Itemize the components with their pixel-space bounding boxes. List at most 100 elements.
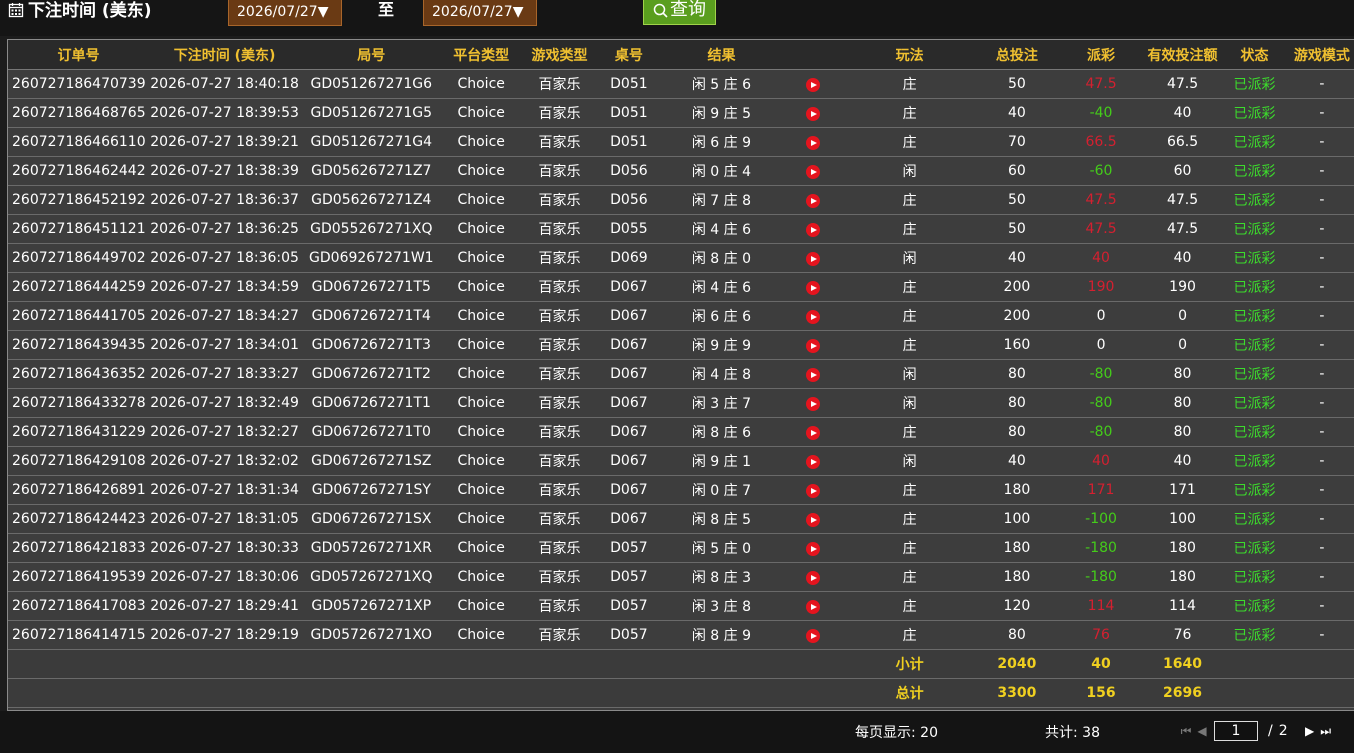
col-platform[interactable]: 平台类型 — [442, 40, 521, 70]
cell-status: 已派彩 — [1219, 214, 1290, 244]
cell-round: GD056267271Z4 — [300, 185, 443, 215]
video-replay-icon[interactable] — [805, 339, 820, 353]
video-replay-icon[interactable] — [805, 107, 820, 121]
cell-order-id: 260727186439435 — [8, 330, 149, 360]
cell-order-id: 260727186417083 — [8, 591, 149, 621]
video-replay-icon[interactable] — [805, 136, 820, 150]
cell-table: D051 — [598, 69, 659, 99]
cell-result: 闲 8 庄 9 — [658, 620, 785, 650]
col-round[interactable]: 局号 — [300, 40, 443, 70]
cell-platform: Choice — [442, 330, 521, 360]
cell-payout: 47.5 — [1056, 214, 1146, 244]
cell-status: 已派彩 — [1219, 475, 1290, 505]
cell-status: 已派彩 — [1219, 562, 1290, 592]
col-valid-bet[interactable]: 有效投注额 — [1145, 40, 1220, 70]
col-result[interactable]: 结果 — [658, 40, 785, 70]
cell-game-type: 百家乐 — [520, 243, 599, 273]
video-replay-icon[interactable] — [805, 194, 820, 208]
video-replay-icon[interactable] — [805, 165, 820, 179]
prev-page-icon[interactable]: ◀ — [1194, 724, 1210, 738]
cell-result: 闲 4 庄 6 — [658, 214, 785, 244]
cell-total-bet: 160 — [977, 330, 1057, 360]
cell-game-type: 百家乐 — [520, 69, 599, 99]
cell-bet-time: 2026-07-27 18:39:53 — [148, 98, 301, 128]
table-row: 260727186419539 2026-07-27 18:30:06 GD0572… — [8, 562, 1354, 592]
col-order-id[interactable]: 订单号 — [8, 40, 149, 70]
cell-order-id: 260727186419539 — [8, 562, 149, 592]
date-from-select[interactable]: 2026/07/27▼ — [228, 0, 342, 26]
cell-table: D067 — [598, 272, 659, 302]
table-row: 260727186426891 2026-07-27 18:31:34 GD0672… — [8, 475, 1354, 505]
page-number-input[interactable]: 1 — [1214, 721, 1258, 741]
video-replay-icon[interactable] — [805, 310, 820, 324]
col-total-bet[interactable]: 总投注 — [977, 40, 1057, 70]
table-row: 260727186439435 2026-07-27 18:34:01 GD0672… — [8, 330, 1354, 360]
cell-total-bet: 50 — [977, 214, 1057, 244]
cell-round: GD067267271SY — [300, 475, 443, 505]
video-replay-icon[interactable] — [805, 223, 820, 237]
cell-replay — [784, 98, 842, 128]
cell-bet-time: 2026-07-27 18:34:27 — [148, 301, 301, 331]
col-status[interactable]: 状态 — [1219, 40, 1290, 70]
cell-round: GD067267271T2 — [300, 359, 443, 389]
video-replay-icon[interactable] — [805, 513, 820, 527]
cell-game-type: 百家乐 — [520, 446, 599, 476]
video-replay-icon[interactable] — [805, 571, 820, 585]
video-replay-icon[interactable] — [805, 252, 820, 266]
video-replay-icon[interactable] — [805, 78, 820, 92]
table-row: 260727186441705 2026-07-27 18:34:27 GD0672… — [8, 301, 1354, 331]
table-row: 260727186417083 2026-07-27 18:29:41 GD0572… — [8, 591, 1354, 621]
cell-play: 庄 — [841, 98, 978, 128]
cell-total-bet: 200 — [977, 272, 1057, 302]
cell-order-id: 260727186424423 — [8, 504, 149, 534]
cell-payout: -80 — [1056, 417, 1146, 447]
cell-bet-time: 2026-07-27 18:29:41 — [148, 591, 301, 621]
cell-game-mode: - — [1289, 388, 1354, 418]
cell-game-type: 百家乐 — [520, 475, 599, 505]
cell-payout: 47.5 — [1056, 69, 1146, 99]
first-page-icon[interactable]: ⏮ — [1178, 724, 1194, 739]
date-to-select[interactable]: 2026/07/27▼ — [423, 0, 537, 26]
cell-status: 已派彩 — [1219, 446, 1290, 476]
last-page-icon[interactable]: ⏭ — [1318, 724, 1334, 739]
cell-game-mode: - — [1289, 562, 1354, 592]
col-game-mode[interactable]: 游戏模式 — [1289, 40, 1354, 70]
video-replay-icon[interactable] — [805, 629, 820, 643]
cell-payout: -80 — [1056, 359, 1146, 389]
video-replay-icon[interactable] — [805, 542, 820, 556]
cell-bet-time: 2026-07-27 18:32:27 — [148, 417, 301, 447]
video-replay-icon[interactable] — [805, 397, 820, 411]
cell-replay — [784, 388, 842, 418]
cell-total-bet: 40 — [977, 446, 1057, 476]
video-replay-icon[interactable] — [805, 600, 820, 614]
video-replay-icon[interactable] — [805, 455, 820, 469]
video-replay-icon[interactable] — [805, 484, 820, 498]
video-replay-icon[interactable] — [805, 281, 820, 295]
cell-table: D056 — [598, 156, 659, 186]
video-replay-icon[interactable] — [805, 426, 820, 440]
cell-payout: 0 — [1056, 301, 1146, 331]
cell-order-id: 260727186451121 — [8, 214, 149, 244]
col-play[interactable]: 玩法 — [841, 40, 978, 70]
cell-total-bet: 180 — [977, 475, 1057, 505]
col-payout[interactable]: 派彩 — [1056, 40, 1146, 70]
col-bet-time[interactable]: 下注时间 (美东) — [148, 40, 301, 70]
col-game-type[interactable]: 游戏类型 — [520, 40, 599, 70]
cell-valid-bet: 80 — [1145, 417, 1220, 447]
cell-valid-bet: 190 — [1145, 272, 1220, 302]
cell-platform: Choice — [442, 359, 521, 389]
cell-play: 庄 — [841, 185, 978, 215]
cell-round: GD057267271XO — [300, 620, 443, 650]
next-page-icon[interactable]: ▶ — [1302, 724, 1318, 738]
cell-payout: 171 — [1056, 475, 1146, 505]
cell-result: 闲 7 庄 8 — [658, 185, 785, 215]
col-table[interactable]: 桌号 — [598, 40, 659, 70]
query-button[interactable]: 查询 — [643, 0, 716, 25]
cell-table: D057 — [598, 533, 659, 563]
cell-total-bet: 200 — [977, 301, 1057, 331]
table-row: 260727186424423 2026-07-27 18:31:05 GD0672… — [8, 504, 1354, 534]
cell-round: GD051267271G4 — [300, 127, 443, 157]
cell-status: 已派彩 — [1219, 388, 1290, 418]
video-replay-icon[interactable] — [805, 368, 820, 382]
cell-bet-time: 2026-07-27 18:40:18 — [148, 69, 301, 99]
